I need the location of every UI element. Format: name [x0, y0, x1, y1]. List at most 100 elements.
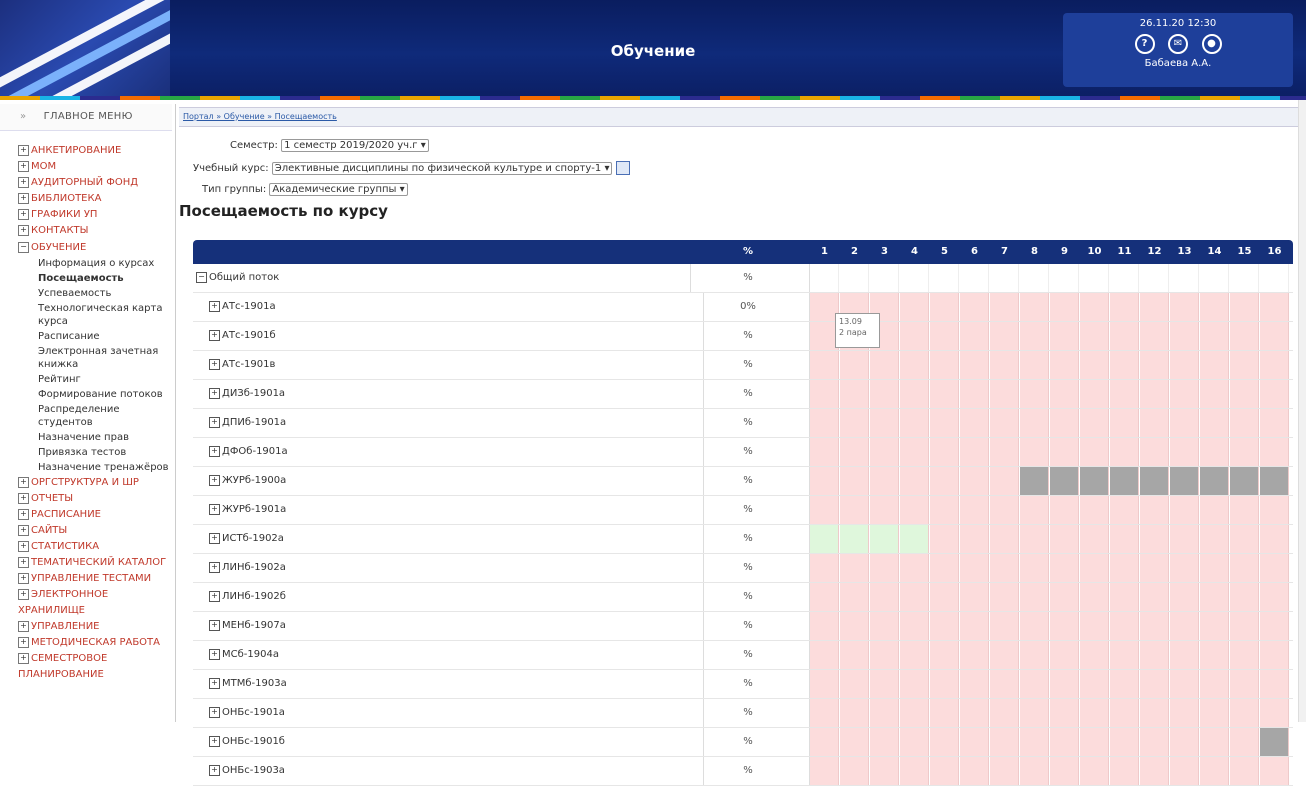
- attendance-cell[interactable]: [810, 728, 839, 756]
- attendance-cell[interactable]: [1170, 351, 1199, 379]
- attendance-cell[interactable]: [870, 380, 899, 408]
- attendance-cell[interactable]: [1170, 467, 1199, 495]
- attendance-cell[interactable]: [1050, 322, 1079, 350]
- attendance-cell[interactable]: [1110, 409, 1139, 437]
- attendance-cell[interactable]: [1020, 670, 1049, 698]
- expand-icon[interactable]: +: [18, 476, 29, 488]
- sidebar-item[interactable]: + АНКЕТИРОВАНИЕ: [0, 143, 172, 159]
- attendance-cell[interactable]: [930, 525, 959, 553]
- course-select[interactable]: Элективные дисциплины по физической куль…: [271, 162, 613, 175]
- attendance-cell[interactable]: [930, 380, 959, 408]
- sidebar-subitem[interactable]: Формирование потоков: [0, 387, 172, 402]
- attendance-cell[interactable]: [1080, 641, 1109, 669]
- attendance-cell[interactable]: [1020, 264, 1049, 292]
- sidebar-subitem[interactable]: Распределение студентов: [0, 402, 172, 430]
- expand-icon[interactable]: +: [18, 556, 29, 568]
- attendance-cell[interactable]: [810, 380, 839, 408]
- attendance-cell[interactable]: [990, 699, 1019, 727]
- attendance-cell[interactable]: [810, 496, 839, 524]
- expand-icon[interactable]: +: [209, 764, 220, 776]
- attendance-cell[interactable]: [870, 554, 899, 582]
- expand-icon[interactable]: +: [209, 445, 220, 457]
- attendance-cell[interactable]: [1170, 554, 1199, 582]
- attendance-cell[interactable]: [990, 351, 1019, 379]
- attendance-cell[interactable]: [1080, 612, 1109, 640]
- attendance-cell[interactable]: [810, 264, 839, 292]
- attendance-cell[interactable]: [1200, 554, 1229, 582]
- attendance-cell[interactable]: [960, 670, 989, 698]
- attendance-cell[interactable]: [1050, 757, 1079, 785]
- attendance-cell[interactable]: [1080, 380, 1109, 408]
- attendance-cell[interactable]: [1140, 554, 1169, 582]
- attendance-cell[interactable]: [990, 641, 1019, 669]
- attendance-cell[interactable]: [930, 728, 959, 756]
- sidebar-subitem[interactable]: Посещаемость: [0, 271, 172, 286]
- attendance-cell[interactable]: [1200, 438, 1229, 466]
- expand-icon[interactable]: +: [18, 144, 29, 156]
- sidebar-subitem[interactable]: Успеваемость: [0, 286, 172, 301]
- attendance-cell[interactable]: [1230, 641, 1259, 669]
- attendance-cell[interactable]: [1110, 699, 1139, 727]
- attendance-cell[interactable]: [960, 554, 989, 582]
- group-name[interactable]: ОНБс-1901б: [222, 736, 285, 747]
- expand-icon[interactable]: +: [18, 508, 29, 520]
- attendance-cell[interactable]: [1260, 670, 1289, 698]
- attendance-cell[interactable]: [900, 322, 929, 350]
- attendance-cell[interactable]: [1110, 612, 1139, 640]
- attendance-cell[interactable]: [1020, 409, 1049, 437]
- attendance-cell[interactable]: [900, 670, 929, 698]
- collapse-icon[interactable]: −: [18, 241, 29, 253]
- attendance-cell[interactable]: [810, 699, 839, 727]
- attendance-cell[interactable]: [810, 757, 839, 785]
- attendance-cell[interactable]: [1020, 293, 1049, 321]
- attendance-cell[interactable]: [930, 264, 959, 292]
- attendance-cell[interactable]: [1260, 351, 1289, 379]
- attendance-cell[interactable]: [930, 554, 959, 582]
- group-type-select[interactable]: Академические группы ▾: [269, 183, 408, 196]
- attendance-cell[interactable]: [1050, 438, 1079, 466]
- attendance-cell[interactable]: [960, 380, 989, 408]
- attendance-cell[interactable]: [1260, 554, 1289, 582]
- attendance-cell[interactable]: [930, 612, 959, 640]
- attendance-cell[interactable]: [930, 757, 959, 785]
- attendance-cell[interactable]: [1080, 264, 1109, 292]
- attendance-cell[interactable]: [1110, 641, 1139, 669]
- attendance-cell[interactable]: [1230, 583, 1259, 611]
- attendance-cell[interactable]: [960, 641, 989, 669]
- attendance-cell[interactable]: [960, 322, 989, 350]
- attendance-cell[interactable]: [1260, 641, 1289, 669]
- attendance-cell[interactable]: [1020, 757, 1049, 785]
- attendance-cell[interactable]: [870, 641, 899, 669]
- attendance-cell[interactable]: [930, 351, 959, 379]
- attendance-cell[interactable]: [1110, 293, 1139, 321]
- attendance-cell[interactable]: [840, 670, 869, 698]
- attendance-cell[interactable]: [1200, 409, 1229, 437]
- attendance-cell[interactable]: [1170, 670, 1199, 698]
- attendance-cell[interactable]: [1260, 380, 1289, 408]
- attendance-cell[interactable]: [1170, 438, 1199, 466]
- attendance-cell[interactable]: [1050, 351, 1079, 379]
- attendance-cell[interactable]: [1260, 757, 1289, 785]
- attendance-cell[interactable]: [1080, 293, 1109, 321]
- attendance-cell[interactable]: [1020, 351, 1049, 379]
- attendance-cell[interactable]: [1260, 467, 1289, 495]
- sidebar-subitem[interactable]: Расписание: [0, 329, 172, 344]
- attendance-cell[interactable]: [1230, 612, 1259, 640]
- expand-icon[interactable]: +: [18, 540, 29, 552]
- attendance-cell[interactable]: [1020, 525, 1049, 553]
- attendance-cell[interactable]: [930, 641, 959, 669]
- attendance-cell[interactable]: [810, 467, 839, 495]
- sidebar-item[interactable]: + АУДИТОРНЫЙ ФОНД: [0, 175, 172, 191]
- expand-icon[interactable]: +: [18, 192, 29, 204]
- attendance-cell[interactable]: [840, 351, 869, 379]
- attendance-cell[interactable]: [1110, 496, 1139, 524]
- attendance-cell[interactable]: [1050, 699, 1079, 727]
- attendance-cell[interactable]: [900, 293, 929, 321]
- attendance-cell[interactable]: [960, 583, 989, 611]
- sidebar-item[interactable]: + ТЕМАТИЧЕСКИЙ КАТАЛОГ: [0, 555, 172, 571]
- attendance-cell[interactable]: [1230, 351, 1259, 379]
- attendance-cell[interactable]: [1020, 554, 1049, 582]
- group-name[interactable]: ИСТб-1902а: [222, 533, 284, 544]
- attendance-cell[interactable]: [1020, 699, 1049, 727]
- attendance-cell[interactable]: [1080, 496, 1109, 524]
